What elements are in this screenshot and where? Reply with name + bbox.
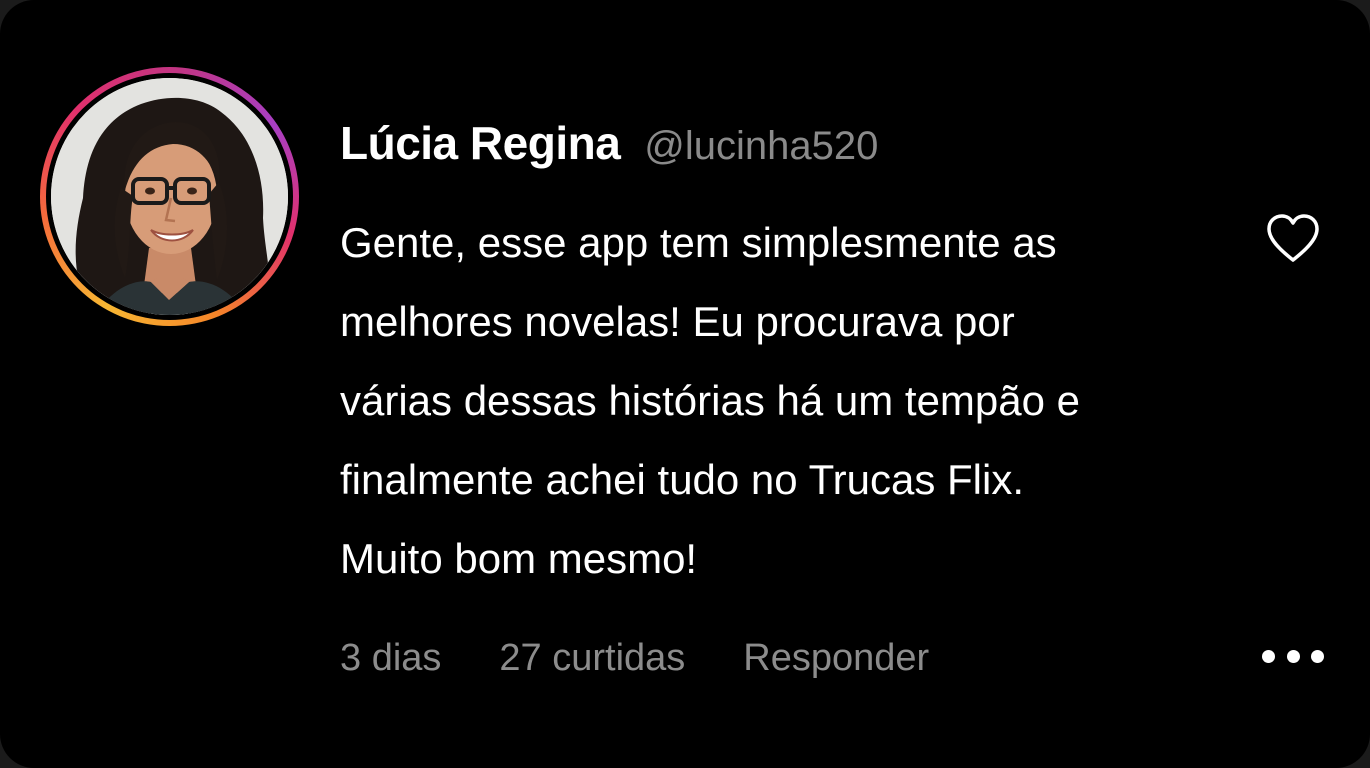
more-horizontal-icon-dot [1286,649,1300,663]
more-horizontal-icon-dot [1262,649,1275,663]
avatar-ring-gap [46,73,293,320]
comment-header: Lúcia Regina @lucinha520 [340,116,878,176]
avatar [51,78,288,315]
avatar-story-ring[interactable] [40,67,299,326]
like-count[interactable]: 27 curtidas [499,637,685,680]
comment-text: Gente, esse app tem simplesmente as melh… [340,203,1240,598]
author-display-name[interactable]: Lúcia Regina [340,116,621,170]
more-horizontal-icon-dot [1311,649,1324,663]
comment-meta: 3 dias 27 curtidas Responder [340,630,987,686]
author-handle[interactable]: @lucinha520 [644,124,878,169]
heart-outline-icon [1267,214,1319,262]
comment-line: melhores novelas! Eu procurava por [340,298,1015,345]
like-button[interactable] [1264,213,1322,265]
reply-button[interactable]: Responder [743,637,929,680]
comment-timestamp: 3 dias [340,636,442,679]
comment-line: várias dessas histórias há um tempão e [340,377,1081,424]
avatar-portrait-image [51,78,288,315]
comment-line: finalmente achei tudo no Trucas Flix. [340,456,1025,503]
more-options-button[interactable] [1262,640,1324,672]
comment-line: Muito bom mesmo! [340,535,698,582]
comment-card: Lúcia Regina @lucinha520 Gente, esse app… [0,0,1370,768]
comment-line: Gente, esse app tem simplesmente as [340,219,1057,266]
